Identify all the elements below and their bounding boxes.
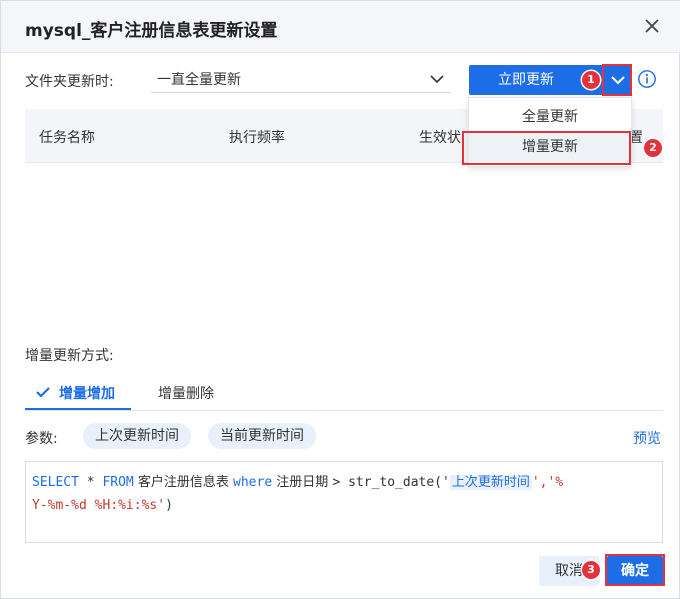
sql-keyword-select: SELECT	[32, 475, 79, 490]
incremental-method-label: 增量更新方式:	[25, 348, 114, 364]
sql-param-token: 上次更新时间	[449, 475, 532, 490]
sql-keyword-where: where	[233, 475, 273, 490]
update-mode-select[interactable]: 一直全量更新	[151, 65, 451, 93]
dialog-header: mysql_客户注册信息表更新设置	[1, 1, 680, 53]
annotation-badge-3: 3	[582, 561, 600, 579]
menu-item-full-update[interactable]: 全量更新	[469, 102, 631, 132]
sql-keyword-from: FROM	[102, 475, 134, 490]
check-icon	[36, 387, 50, 398]
sql-table-name: 客户注册信息表	[133, 475, 234, 490]
sql-line-1: SELECT * FROM 客户注册信息表 where 注册日期 > str_t…	[32, 471, 563, 490]
param-last-update-time[interactable]: 上次更新时间	[83, 423, 191, 449]
dialog-title: mysql_客户注册信息表更新设置	[25, 21, 278, 41]
tab-incremental-add-label: 增量增加	[59, 386, 115, 402]
update-options-dropdown-button[interactable]	[603, 65, 631, 95]
chevron-down-icon	[611, 76, 625, 85]
update-mode-value: 一直全量更新	[157, 72, 241, 88]
update-options-menu: 全量更新 增量更新	[468, 97, 632, 167]
param-current-update-time[interactable]: 当前更新时间	[208, 423, 316, 449]
close-icon[interactable]	[641, 15, 663, 37]
sql-field-name: 注册日期	[272, 475, 333, 490]
active-tab-indicator	[25, 408, 131, 410]
tab-incremental-add[interactable]: 增量增加	[35, 383, 115, 403]
info-icon[interactable]	[637, 69, 657, 89]
sql-line-2: Y-%m-%d %H:%i:%s')	[32, 498, 173, 513]
annotation-badge-2: 2	[644, 139, 662, 157]
sql-editor[interactable]: SELECT * FROM 客户注册信息表 where 注册日期 > str_t…	[25, 461, 663, 543]
column-status: 生效状	[419, 130, 461, 146]
sql-format-start: ','%	[531, 475, 564, 490]
column-frequency: 执行频率	[229, 130, 285, 146]
ok-button[interactable]: 确定	[607, 556, 663, 586]
chevron-down-icon	[430, 75, 444, 84]
params-label: 参数:	[25, 431, 58, 447]
menu-item-incremental-update[interactable]: 增量更新	[469, 132, 631, 162]
sql-format-end: Y-%m-%d %H:%i:%s'	[32, 498, 166, 513]
annotation-badge-1: 1	[582, 71, 600, 89]
sql-close-paren: )	[165, 498, 173, 513]
tab-incremental-delete[interactable]: 增量删除	[158, 383, 214, 403]
update-settings-dialog: mysql_客户注册信息表更新设置 文件夹更新时: 一直全量更新 立即更新 任务…	[0, 0, 680, 599]
folder-update-label: 文件夹更新时:	[25, 74, 114, 90]
incremental-tabs: 增量增加 增量删除	[25, 375, 663, 411]
column-task-name: 任务名称	[39, 130, 95, 146]
preview-link[interactable]: 预览	[633, 428, 661, 448]
sql-function: > str_to_date('	[332, 475, 450, 490]
sql-star: *	[78, 475, 103, 490]
